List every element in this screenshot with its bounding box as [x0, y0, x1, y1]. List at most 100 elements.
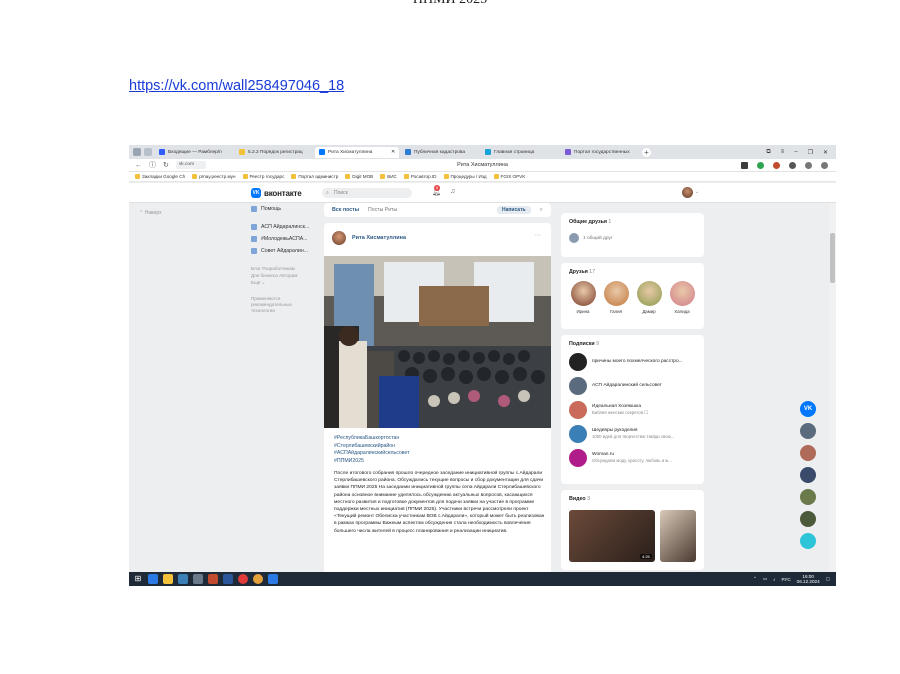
friend-item[interactable]: Халида — [668, 281, 696, 314]
browser-menu-icon[interactable] — [133, 148, 141, 156]
bookmark-icon — [135, 174, 140, 179]
post-author-name[interactable]: Рита Хисматуллина — [352, 235, 406, 241]
internet-explorer-icon[interactable] — [268, 574, 278, 584]
mutual-friends-title: Общие друзья 1 — [569, 219, 612, 225]
browser-tab[interactable]: Рита Хисматуллина ✕ — [315, 146, 399, 158]
bookmark-item[interactable]: Digit МОВ — [345, 174, 373, 179]
volume-icon[interactable]: ♪ — [773, 577, 775, 582]
chrome-icon[interactable] — [253, 574, 263, 584]
close-tab-icon[interactable]: ✕ — [391, 150, 395, 155]
sidebar-item[interactable]: Совет Айдаралин... — [251, 245, 321, 257]
bookmark-item[interactable]: prnay.реестр.мун — [192, 174, 236, 179]
menu-icon[interactable]: ≡ — [781, 149, 785, 156]
sidebar-item[interactable]: #МолодежьАСПА... — [251, 233, 321, 245]
subscription-item[interactable]: Шедевры рукоделия 1000 идей для творчеств… — [569, 424, 696, 443]
post-link[interactable]: https://vk.com/wall258497046_18 — [129, 78, 344, 94]
tab-all-posts[interactable]: Все посты — [332, 207, 359, 213]
start-windows-icon[interactable]: ⊞ — [133, 574, 143, 584]
vk-logo[interactable]: VK вконтакте — [251, 188, 302, 198]
bookmark-item[interactable]: Закладки Google Ch — [135, 174, 185, 179]
scrollbar-thumb[interactable] — [830, 233, 835, 283]
search-input[interactable]: ⌕ Поиск — [322, 188, 412, 198]
friend-item[interactable]: Галия — [602, 281, 630, 314]
friend-avatar — [636, 281, 662, 306]
sidebar-item[interactable]: Помощь — [251, 203, 321, 215]
tab-favicon-icon — [239, 149, 245, 155]
friend-item[interactable]: Дамир — [635, 281, 663, 314]
vk-messenger-icon[interactable]: VK — [800, 401, 816, 417]
write-post-button[interactable]: Написать — [496, 206, 531, 214]
browser-tab[interactable]: Публичная кадастрова — [401, 147, 479, 158]
file-explorer-icon[interactable] — [163, 574, 173, 584]
scrollbar[interactable] — [829, 203, 836, 573]
friends-title[interactable]: Друзья 17 — [569, 269, 696, 275]
notifications-icon[interactable]: ▢ — [826, 576, 830, 582]
subscriptions-title[interactable]: Подписки 9 — [569, 341, 696, 347]
close-window-icon[interactable]: ✕ — [823, 149, 828, 156]
bookmark-label: Digit МОВ — [352, 174, 374, 179]
wall-post: Рита Хисматуллина ··· #РеспубликаБашкорт… — [324, 223, 551, 583]
tab-own-posts[interactable]: Посты Риты — [368, 207, 397, 213]
videos-title[interactable]: Видео 3 — [569, 496, 696, 502]
hashtag-link[interactable]: #ППМИ2025 — [334, 458, 410, 466]
browser-tab[interactable]: Входящие — Рамблер/п — [155, 147, 233, 158]
app-icon[interactable] — [208, 574, 218, 584]
bookmark-item[interactable]: Росавтор.ID — [403, 174, 437, 179]
video-thumbnail[interactable]: 4:26 — [569, 510, 655, 562]
recommendation-note[interactable]: Применяются рекомендательные технологии — [251, 296, 321, 314]
subscription-item[interactable]: причины моего похмелческого расстро... — [569, 352, 696, 371]
tab-favicon-icon — [565, 149, 571, 155]
tray-chevron-icon[interactable]: ⌃ — [753, 576, 757, 582]
browser-tab[interactable]: Портал государственных — [561, 147, 639, 158]
bookmark-item[interactable]: БИС — [380, 174, 397, 179]
mutual-friends-card[interactable]: Общие друзья 1 1 общий друг — [561, 213, 704, 257]
hashtag-link[interactable]: #Стерлибашевскийрайон — [334, 443, 410, 451]
system-clock[interactable]: 16:00 06.12.2024 — [797, 574, 820, 584]
mutual-friend-avatar[interactable] — [569, 233, 579, 243]
edge-icon[interactable] — [148, 574, 158, 584]
bookmark-list-icon[interactable]: ⧉ — [766, 149, 770, 156]
bookmark-item[interactable]: Портал администр — [291, 174, 338, 179]
bookmark-item[interactable]: Реестр государс — [242, 174, 284, 179]
minimize-icon[interactable]: – — [794, 149, 797, 156]
chat-avatar[interactable] — [800, 423, 816, 439]
browser-tab[interactable]: 5.2.2 Порядок регистрац — [235, 147, 313, 158]
chat-avatar[interactable] — [800, 489, 816, 505]
post-photo[interactable] — [324, 256, 551, 428]
avatar[interactable] — [682, 187, 693, 198]
new-tab-plus-icon[interactable]: + — [642, 147, 651, 157]
sidebar-item[interactable]: АСП Айдаралинск... — [251, 221, 321, 233]
chevron-down-icon[interactable]: ⌄ — [695, 189, 699, 195]
video-thumbnail[interactable] — [659, 510, 696, 562]
yandex-browser-icon[interactable] — [238, 574, 248, 584]
subscription-item[interactable]: АСП Айдаралинский сельсовет — [569, 376, 696, 395]
calculator-icon[interactable] — [193, 574, 203, 584]
chat-avatar[interactable] — [800, 533, 816, 549]
subscription-item[interactable]: Woman.ru Обсуждаем моду, красоту, любовь … — [569, 448, 696, 467]
footer-links[interactable]: Блог Разработчикам Для бизнеса Авторам Е… — [251, 265, 321, 286]
chat-avatar[interactable] — [800, 467, 816, 483]
subscription-item[interactable]: Идеальная Хозяюшка Библия женских секрето… — [569, 400, 696, 419]
word-icon[interactable] — [223, 574, 233, 584]
browser-tab[interactable]: Главная страница — [481, 147, 559, 158]
bookmark-item[interactable]: FGIS OPVK — [493, 174, 525, 179]
bookmark-label: БИС — [387, 174, 397, 179]
hashtag-link[interactable]: #РеспубликаБашкортостан — [334, 435, 410, 443]
bookmark-item[interactable]: Процедуры / Изд — [443, 174, 487, 179]
chat-avatar[interactable] — [800, 511, 816, 527]
page-icon[interactable] — [144, 148, 152, 156]
maximize-icon[interactable]: ❐ — [808, 149, 813, 156]
music-icon[interactable]: ♫ — [450, 188, 455, 195]
post-author-avatar[interactable] — [332, 231, 346, 245]
keyboard-language[interactable]: РУС — [781, 577, 790, 582]
profile-right-column: Общие друзья 1 1 общий друг Друзья 17 Ир… — [561, 213, 704, 576]
scroll-top-link[interactable]: ⌃ Наверх — [139, 210, 162, 216]
mail-icon[interactable] — [178, 574, 188, 584]
mutual-friends-count[interactable]: 1 общий друг — [583, 236, 613, 241]
more-options-icon[interactable]: ··· — [534, 232, 541, 239]
friend-item[interactable]: Ирина — [569, 281, 597, 314]
hashtag-link[interactable]: #АСПАйдаралинскийсельсовет — [334, 450, 410, 458]
search-posts-icon[interactable]: ⌕ — [540, 207, 543, 214]
chat-avatar[interactable] — [800, 445, 816, 461]
network-icon[interactable]: ▭ — [763, 576, 767, 582]
